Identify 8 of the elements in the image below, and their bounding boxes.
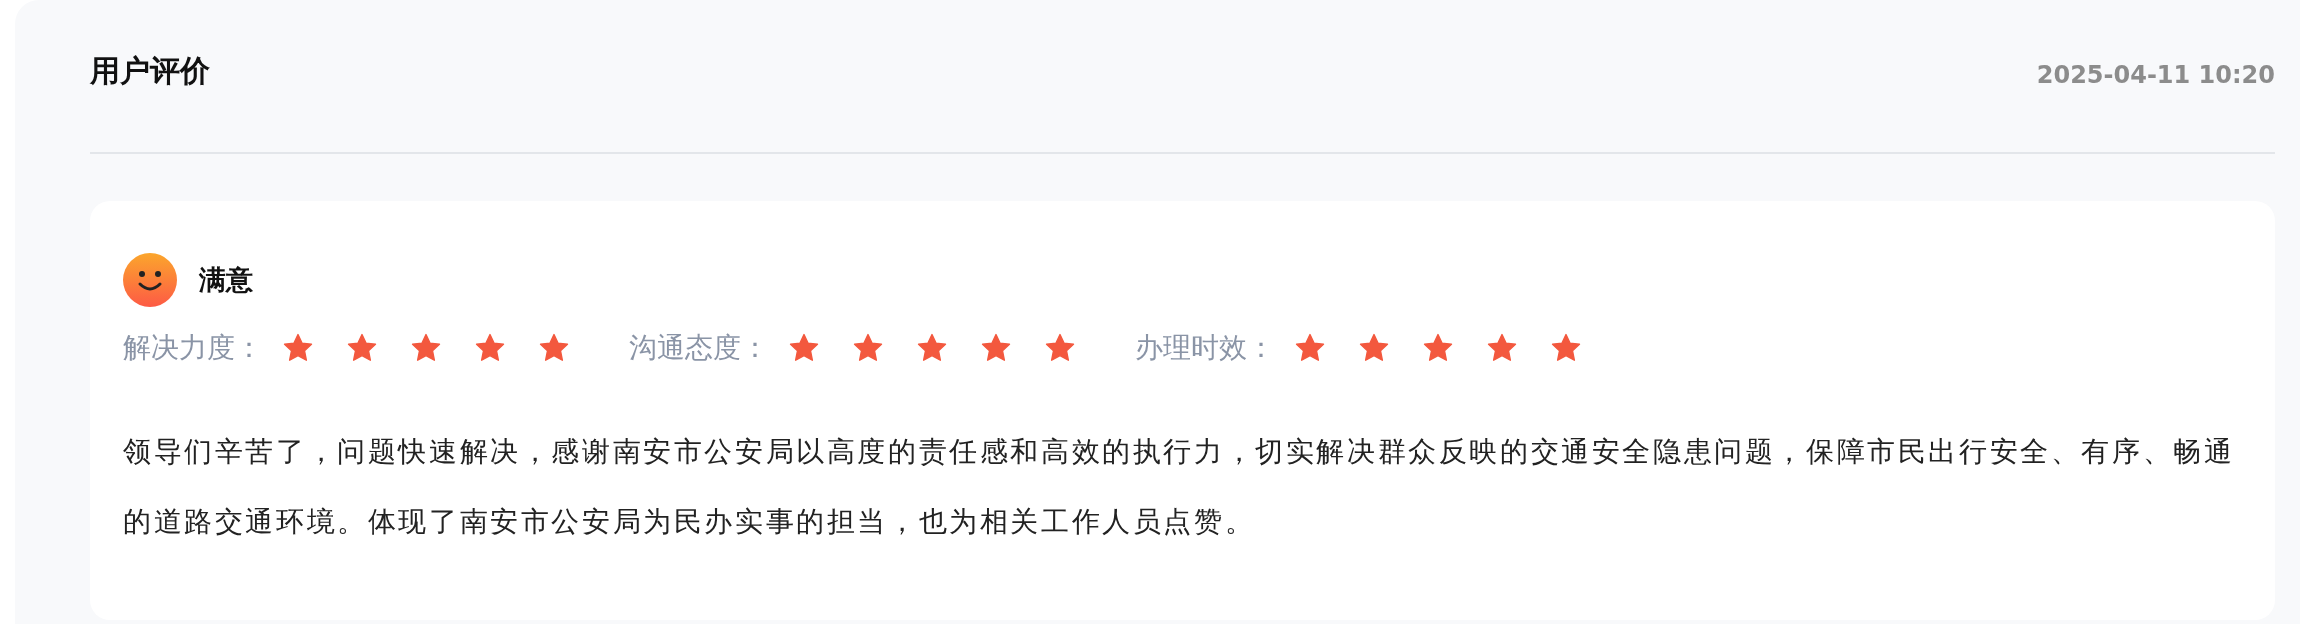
smiley-icon xyxy=(123,253,177,307)
section-title: 用户评价 xyxy=(90,51,210,90)
rating-label: 沟通态度： xyxy=(629,330,769,366)
satisfaction-label: 满意 xyxy=(199,263,253,297)
rating-label: 解决力度： xyxy=(123,330,263,366)
review-comment: 领导们辛苦了，问题快速解决，感谢南安市公安局以高度的责任感和高效的执行力，切实解决群众反映的交通安全隐患问题，保障市民出行安全、有序、畅通的道路交通环境。体现了南安市公安局为民办实事的担当，也为相关工作人员点赞。 xyxy=(123,434,2236,540)
rating-label: 办理时效： xyxy=(1135,330,1275,366)
review-date: 2025-04-11 10:20 xyxy=(2036,61,2275,89)
